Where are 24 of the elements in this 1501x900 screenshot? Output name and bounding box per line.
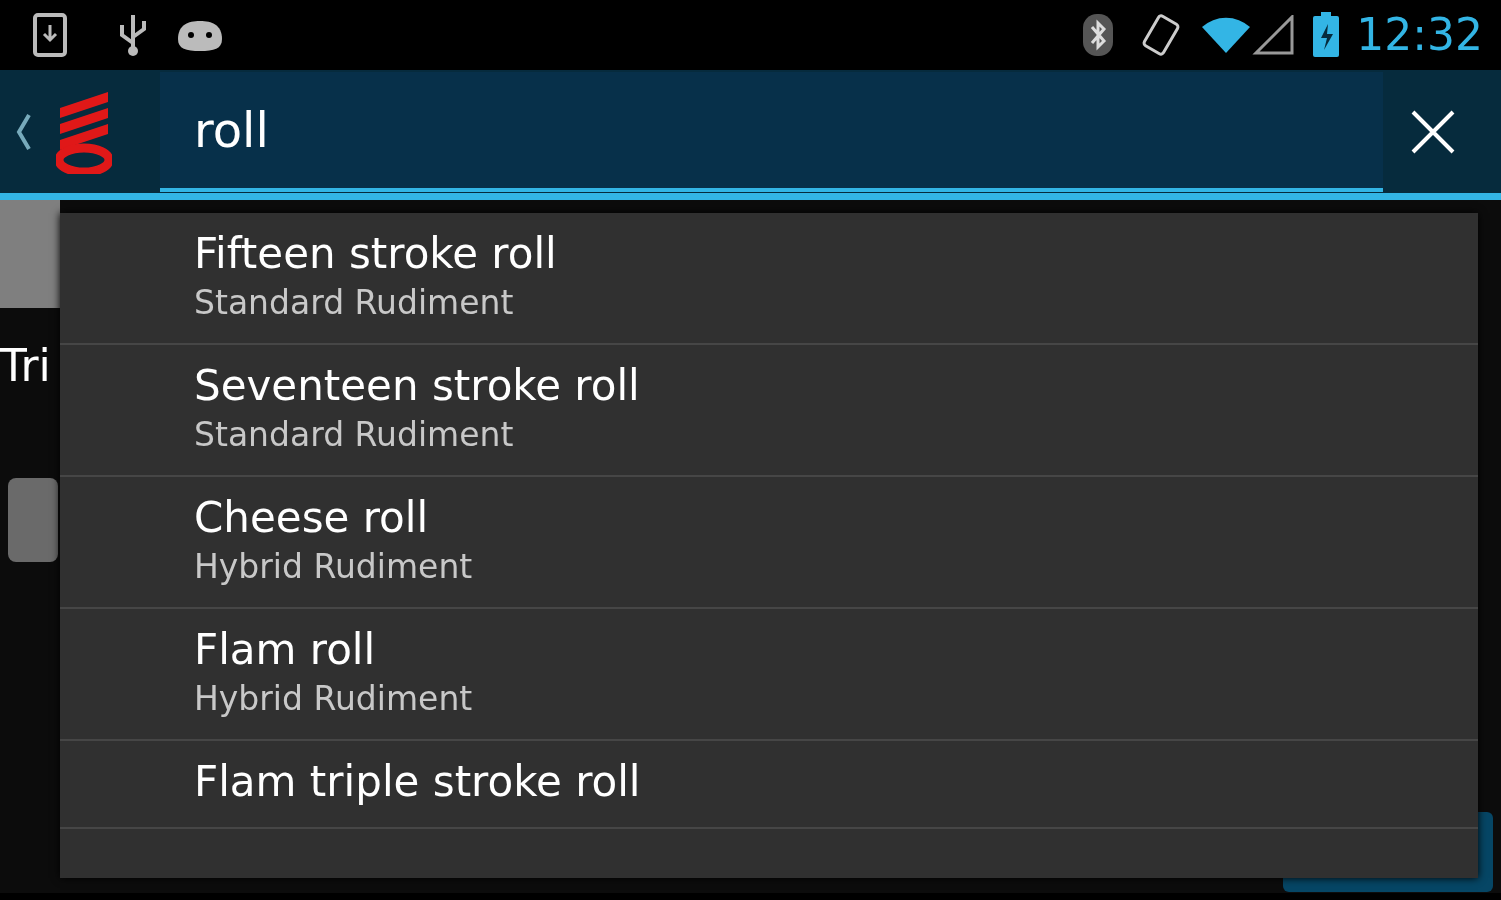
suggestion-title: Cheese roll: [194, 492, 430, 544]
suggestion-item[interactable]: Cheese roll Hybrid Rudiment: [60, 477, 1478, 609]
suggestion-subtitle: Standard Rudiment: [194, 282, 515, 324]
app-logo-icon[interactable]: [56, 89, 112, 174]
suggestion-title: Seventeen stroke roll: [194, 360, 641, 412]
suggestion-title: Flam roll: [194, 624, 377, 676]
suggestion-item[interactable]: Flam roll Hybrid Rudiment: [60, 609, 1478, 741]
suggestion-subtitle: Hybrid Rudiment: [194, 546, 474, 588]
signal-icon: [1252, 15, 1297, 55]
download-icon: [32, 13, 68, 57]
battery-icon: [1312, 12, 1341, 58]
background-text: Tri: [0, 340, 51, 392]
suggestion-subtitle: Hybrid Rudiment: [194, 678, 474, 720]
suggestion-item[interactable]: Flam triple stroke roll: [60, 741, 1478, 829]
suggestion-item[interactable]: Fifteen stroke roll Standard Rudiment: [60, 213, 1478, 345]
suggestion-subtitle: Standard Rudiment: [194, 414, 515, 456]
suggestion-title: Flam triple stroke roll: [194, 756, 642, 808]
status-time: 12:32: [1356, 13, 1483, 57]
bluetooth-icon: [1082, 13, 1115, 57]
suggestion-title: Fifteen stroke roll: [194, 228, 558, 280]
suggestion-item[interactable]: Seventeen stroke roll Standard Rudiment: [60, 345, 1478, 477]
back-icon[interactable]: [16, 111, 32, 152]
search-field[interactable]: roll: [160, 71, 1383, 192]
wifi-icon: [1200, 15, 1253, 55]
